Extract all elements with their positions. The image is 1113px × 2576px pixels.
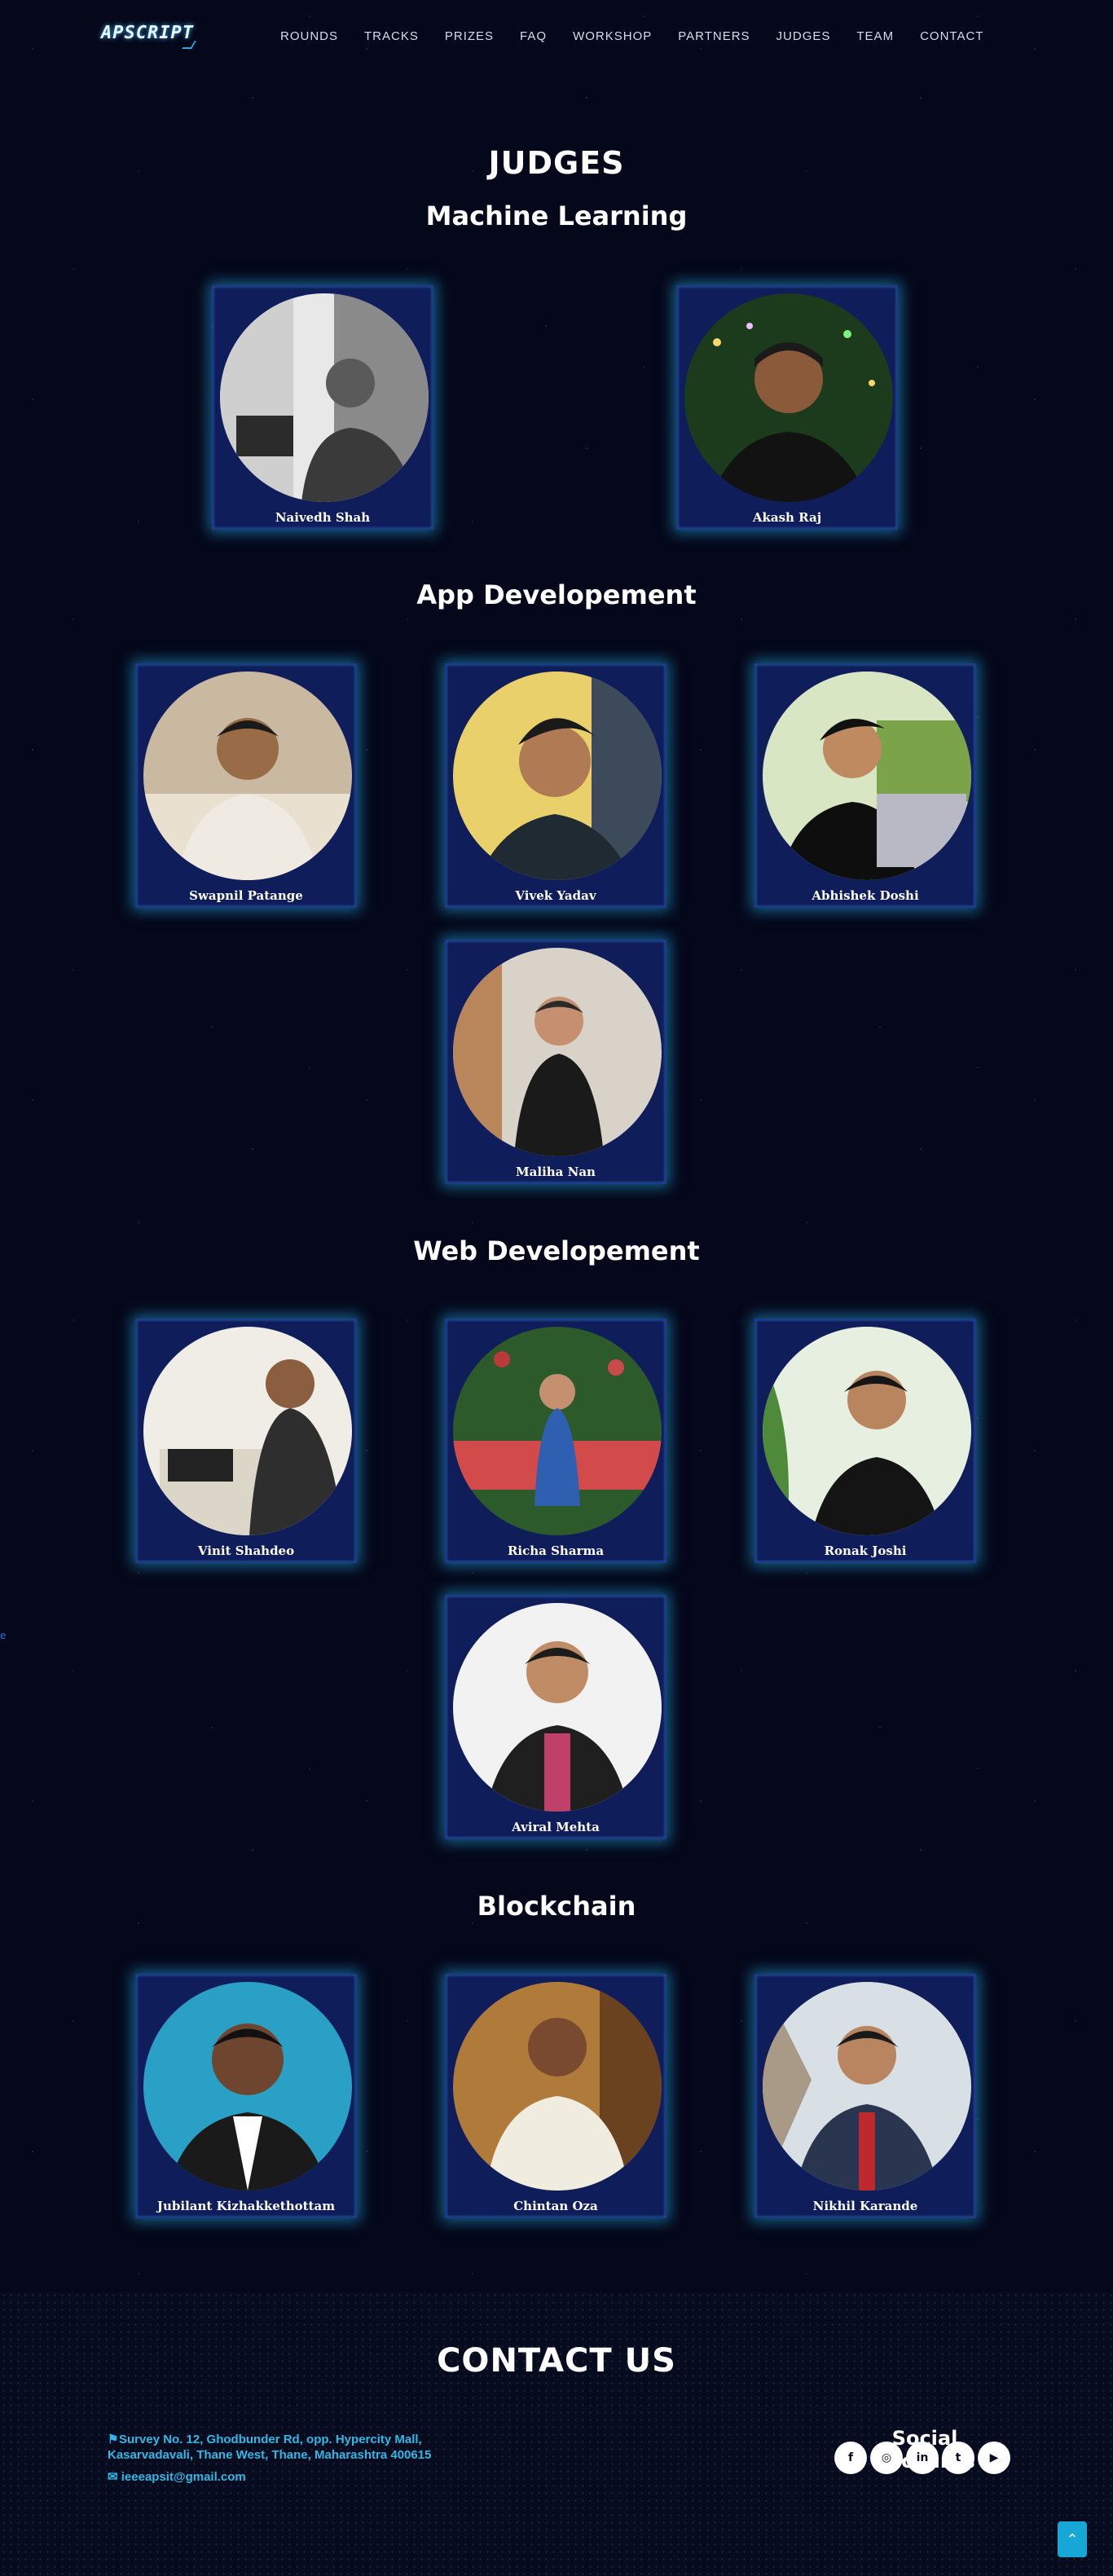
judge-photo bbox=[143, 1327, 352, 1535]
judge-card: Abhishek Doshi bbox=[754, 663, 976, 908]
judge-card: Naivedh Shah bbox=[212, 285, 433, 530]
judge-photo bbox=[453, 672, 662, 880]
judge-name: Richa Sharma bbox=[507, 1543, 605, 1558]
judge-photo bbox=[763, 1327, 971, 1535]
twitter-icon[interactable]: t bbox=[942, 2442, 974, 2474]
judge-name: Nikhil Karande bbox=[812, 2199, 918, 2213]
judge-photo bbox=[763, 1982, 971, 2191]
judge-card: Chintan Oza bbox=[445, 1974, 666, 2218]
nav-tracks[interactable]: TRACKS bbox=[364, 29, 419, 43]
map-marker-icon: ⚑ bbox=[108, 2433, 119, 2446]
judge-name: Abhishek Doshi bbox=[812, 888, 919, 903]
judge-card: Maliha Nan bbox=[445, 940, 666, 1184]
address-block: ⚑Survey No. 12, Ghodbunder Rd, opp. Hype… bbox=[108, 2432, 531, 2463]
youtube-icon[interactable]: ▶ bbox=[978, 2442, 1010, 2474]
email-link[interactable]: ieeeapsit@gmail.com bbox=[121, 2470, 246, 2484]
address-line-2: Kasarvadavali, Thane West, Thane, Mahara… bbox=[108, 2448, 432, 2462]
top-navbar: APSCRIPT ROUNDS TRACKS PRIZES FAQ WORKSH… bbox=[0, 0, 1113, 73]
judge-card: Richa Sharma bbox=[445, 1319, 666, 1563]
judge-name: Vivek Yadav bbox=[515, 888, 596, 903]
social-links: f ◎ in t ▶ bbox=[834, 2442, 1014, 2474]
back-to-top-button[interactable]: ⌃ bbox=[1058, 2521, 1087, 2557]
category-web-development: Web Developement bbox=[413, 1235, 700, 1266]
judge-name: Naivedh Shah bbox=[275, 510, 371, 525]
category-machine-learning: Machine Learning bbox=[425, 200, 688, 231]
address-line-1: Survey No. 12, Ghodbunder Rd, opp. Hyper… bbox=[119, 2433, 422, 2446]
judge-photo bbox=[453, 1603, 662, 1812]
judge-name: Aviral Mehta bbox=[512, 1820, 600, 1834]
nav-judges[interactable]: JUDGES bbox=[776, 29, 831, 43]
judge-card: Akash Raj bbox=[676, 285, 898, 530]
judge-card: Vivek Yadav bbox=[445, 663, 666, 908]
judge-name: Ronak Joshi bbox=[824, 1543, 907, 1558]
judges-heading: JUDGES bbox=[488, 145, 625, 181]
judge-card: Jubilant Kizhakkethottam bbox=[135, 1974, 357, 2218]
site-logo[interactable]: APSCRIPT bbox=[101, 23, 194, 43]
judge-photo bbox=[453, 1982, 662, 2191]
nav-partners[interactable]: PARTNERS bbox=[678, 29, 750, 43]
judge-name: Swapnil Patange bbox=[189, 888, 303, 903]
main-menu: ROUNDS TRACKS PRIZES FAQ WORKSHOP PARTNE… bbox=[280, 29, 983, 43]
contact-footer: CONTACT US ⚑Survey No. 12, Ghodbunder Rd… bbox=[0, 2292, 1113, 2576]
judge-photo bbox=[220, 293, 429, 502]
facebook-icon[interactable]: f bbox=[834, 2442, 867, 2474]
judge-name: Jubilant Kizhakkethottam bbox=[156, 2199, 336, 2213]
nav-workshop[interactable]: WORKSHOP bbox=[573, 29, 652, 43]
judge-name: Chintan Oza bbox=[513, 2199, 598, 2213]
judge-name: Maliha Nan bbox=[516, 1165, 596, 1179]
judge-name: Vinit Shahdeo bbox=[197, 1543, 295, 1558]
judge-photo bbox=[763, 672, 971, 880]
nav-prizes[interactable]: PRIZES bbox=[445, 29, 494, 43]
judge-card: Nikhil Karande bbox=[754, 1974, 976, 2218]
linkedin-icon[interactable]: in bbox=[906, 2442, 939, 2474]
judge-card: Swapnil Patange bbox=[135, 663, 357, 908]
judge-card: Aviral Mehta bbox=[445, 1595, 666, 1839]
judge-card: Vinit Shahdeo bbox=[135, 1319, 357, 1563]
judge-photo bbox=[453, 1327, 662, 1535]
nav-contact[interactable]: CONTACT bbox=[920, 29, 983, 43]
instagram-icon[interactable]: ◎ bbox=[870, 2442, 903, 2474]
judge-name: Akash Raj bbox=[752, 510, 822, 525]
judge-photo bbox=[143, 672, 352, 880]
category-blockchain: Blockchain bbox=[477, 1891, 636, 1922]
judge-photo bbox=[143, 1982, 352, 2191]
nav-team[interactable]: TEAM bbox=[856, 29, 894, 43]
nav-faq[interactable]: FAQ bbox=[520, 29, 547, 43]
envelope-icon: ✉ bbox=[108, 2470, 118, 2484]
judge-photo bbox=[684, 293, 893, 502]
judge-card: Ronak Joshi bbox=[754, 1319, 976, 1563]
judge-photo bbox=[453, 948, 662, 1156]
category-app-development: App Developement bbox=[416, 579, 697, 610]
contact-heading: CONTACT US bbox=[437, 2342, 676, 2380]
email-block: ✉ ieeeapsit@gmail.com bbox=[108, 2469, 246, 2484]
nav-rounds[interactable]: ROUNDS bbox=[280, 29, 338, 43]
edge-indicator: e bbox=[0, 1630, 7, 1641]
